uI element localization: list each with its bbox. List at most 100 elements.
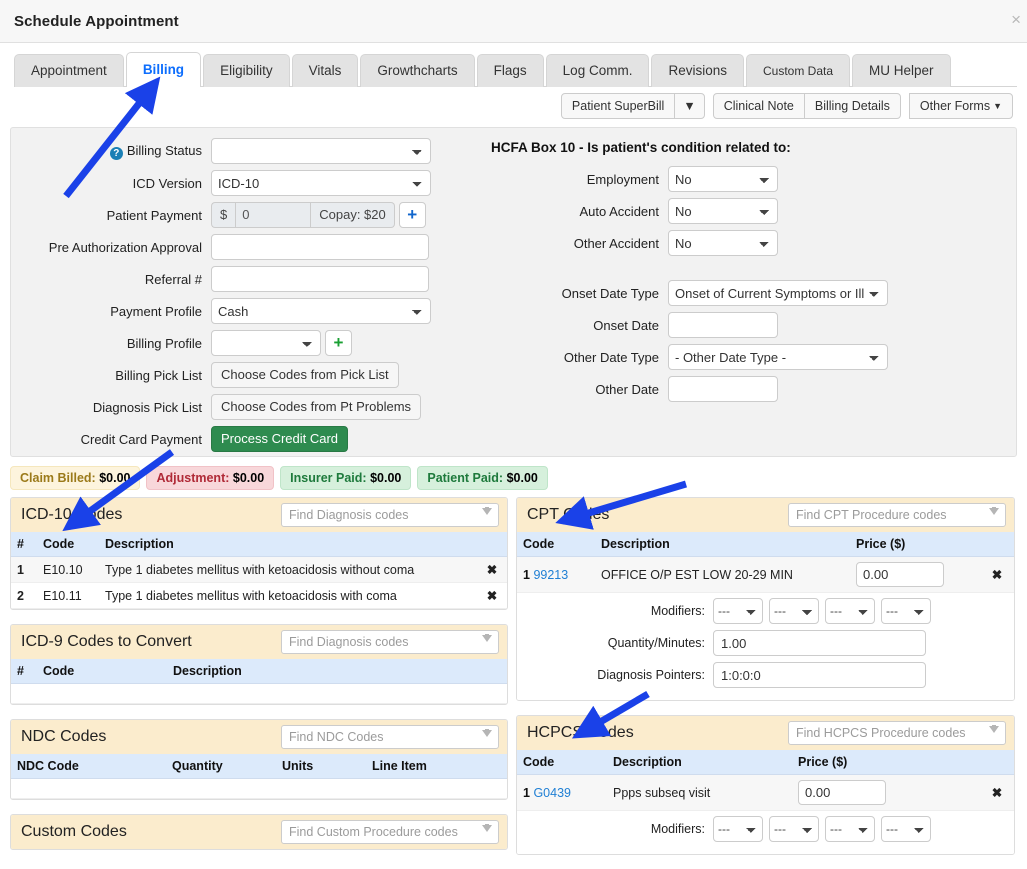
icd10-col-num: # <box>11 532 37 557</box>
icd-version-label: ICD Version <box>132 175 202 191</box>
hcpcs-search-input[interactable]: Find HCPCS Procedure codes <box>788 720 1006 745</box>
other-date-input[interactable] <box>668 376 778 402</box>
ndc-search-placeholder: Find NDC Codes <box>289 729 384 744</box>
badge-claim-billed-amount: $0.00 <box>99 471 131 485</box>
employment-label: Employment <box>586 171 659 187</box>
icd9-codes-panel: ICD-9 Codes to Convert Find Diagnosis co… <box>10 624 508 705</box>
cpt-modifier-4-select[interactable]: --- <box>881 598 931 624</box>
choose-codes-pt-problems-button[interactable]: Choose Codes from Pt Problems <box>211 394 422 420</box>
cpt-detail-section: Modifiers: --- --- --- --- Quantity/Minu… <box>517 593 1014 700</box>
table-header-row: Code Description Price ($) <box>517 750 1014 775</box>
custom-codes-panel: Custom Codes Find Custom Procedure codes <box>10 814 508 850</box>
tab-custom-data[interactable]: Custom Data <box>745 54 851 87</box>
other-date-type-label: Other Date Type <box>563 349 659 365</box>
cpt-col-price: Price ($) <box>850 532 980 557</box>
cpt-modifier-2-select[interactable]: --- <box>769 598 819 624</box>
tab-appointment[interactable]: Appointment <box>14 54 124 87</box>
cpt-codes-table: Code Description Price ($) 1 99213 OFFIC… <box>517 532 1014 593</box>
patient-superbill-button[interactable]: Patient SuperBill <box>560 93 676 119</box>
referral-input[interactable] <box>211 266 429 292</box>
tab-vitals[interactable]: Vitals <box>291 54 359 87</box>
hcpcs-modifiers-label: Modifiers: <box>650 822 705 836</box>
tab-log-comm[interactable]: Log Comm. <box>545 54 650 87</box>
icd9-search-placeholder: Find Diagnosis codes <box>289 634 409 649</box>
cpt-price-input[interactable] <box>856 562 944 587</box>
auto-accident-select[interactable]: No <box>668 198 778 224</box>
other-accident-select[interactable]: No <box>668 230 778 256</box>
cpt-row-description[interactable]: OFFICE O/P EST LOW 20-29 MIN <box>595 556 850 593</box>
patient-payment-label: Patient Payment <box>106 207 202 223</box>
badge-claim-billed-label: Claim Billed: <box>20 471 96 485</box>
add-payment-button[interactable]: + <box>398 202 426 228</box>
clinical-note-button[interactable]: Clinical Note <box>712 93 805 119</box>
billing-pick-list-label: Billing Pick List <box>115 367 202 383</box>
table-empty-row <box>11 778 507 799</box>
hcpcs-modifier-1-select[interactable]: --- <box>713 816 763 842</box>
icd10-search-input[interactable]: Find Diagnosis codes <box>281 502 499 527</box>
tab-eligibility[interactable]: Eligibility <box>203 54 290 87</box>
tab-flags[interactable]: Flags <box>476 54 544 87</box>
field-patient-payment: Patient Payment $ 0 Copay: $20 + <box>11 202 441 228</box>
field-other-accident: Other Accident No <box>463 230 1016 256</box>
cpt-panel-title: CPT Codes <box>527 505 610 523</box>
ndc-panel-title: NDC Codes <box>21 727 107 745</box>
other-forms-button[interactable]: Other Forms ▼ <box>908 93 1013 119</box>
icd10-row-description[interactable]: Type 1 diabetes mellitus with ketoacidos… <box>99 556 477 583</box>
hcpcs-modifier-3-select[interactable]: --- <box>825 816 875 842</box>
cpt-modifier-1-select[interactable]: --- <box>713 598 763 624</box>
claim-summary-badges: Claim Billed: $0.00 Adjustment: $0.00 In… <box>0 457 1027 497</box>
cpt-col-code: Code <box>517 532 595 557</box>
patient-payment-input[interactable]: 0 <box>235 202 312 228</box>
icd10-row-description[interactable]: Type 1 diabetes mellitus with ketoacidos… <box>99 582 477 609</box>
cpt-quantity-input[interactable] <box>713 630 926 656</box>
cpt-row-code[interactable]: 99213 <box>533 568 568 582</box>
tab-growthcharts[interactable]: Growthcharts <box>360 54 475 87</box>
cpt-modifier-3-select[interactable]: --- <box>825 598 875 624</box>
hcpcs-panel-title: HCPCS Codes <box>527 723 634 741</box>
hcpcs-row-code[interactable]: G0439 <box>533 786 571 800</box>
tab-billing[interactable]: Billing <box>125 52 202 87</box>
other-date-type-select[interactable]: - Other Date Type - <box>668 344 888 370</box>
onset-date-type-select[interactable]: Onset of Current Symptoms or Illness <box>668 280 888 306</box>
onset-date-input[interactable] <box>668 312 778 338</box>
icd10-row-code[interactable]: E10.11 <box>37 582 99 609</box>
hcpcs-row-description[interactable]: Ppps subseq visit <box>607 774 792 811</box>
icd9-search-input[interactable]: Find Diagnosis codes <box>281 629 499 654</box>
billing-profile-select[interactable] <box>211 330 321 356</box>
delete-icon[interactable]: ✖ <box>477 582 507 609</box>
cpt-search-input[interactable]: Find CPT Procedure codes <box>788 502 1006 527</box>
note-button-group: Clinical Note Billing Details <box>712 93 901 119</box>
billing-form-panel: ? Billing Status ICD Version ICD-10 Patie… <box>10 127 1017 457</box>
hcpcs-price-input[interactable] <box>798 780 886 805</box>
custom-search-input[interactable]: Find Custom Procedure codes <box>281 819 499 844</box>
table-header-row: # Code Description <box>11 532 507 557</box>
help-icon[interactable]: ? <box>109 147 123 160</box>
hcpcs-modifier-4-select[interactable]: --- <box>881 816 931 842</box>
cpt-diagnosis-pointers-input[interactable] <box>713 662 926 688</box>
icd-version-select[interactable]: ICD-10 <box>211 170 431 196</box>
cpt-pointers-label: Diagnosis Pointers: <box>597 668 705 682</box>
billing-status-select[interactable] <box>211 138 431 164</box>
delete-icon[interactable]: ✖ <box>980 556 1014 593</box>
superbill-dropdown-caret-icon[interactable]: ▼ <box>674 93 705 119</box>
add-billing-profile-button[interactable]: + <box>325 330 352 356</box>
process-credit-card-button[interactable]: Process Credit Card <box>211 426 349 452</box>
pre-authorization-input[interactable] <box>211 234 429 260</box>
hcpcs-modifier-2-select[interactable]: --- <box>769 816 819 842</box>
hcpcs-search-placeholder: Find HCPCS Procedure codes <box>796 725 966 740</box>
field-payment-profile: Payment Profile Cash <box>11 298 441 324</box>
cpt-pointers-row: Diagnosis Pointers: <box>517 662 1004 688</box>
delete-icon[interactable]: ✖ <box>980 774 1014 811</box>
tab-revisions[interactable]: Revisions <box>651 54 744 87</box>
hcpcs-col-code: Code <box>517 750 607 775</box>
ndc-search-input[interactable]: Find NDC Codes <box>281 724 499 749</box>
billing-details-button[interactable]: Billing Details <box>803 93 901 119</box>
employment-select[interactable]: No <box>668 166 778 192</box>
payment-profile-select[interactable]: Cash <box>211 298 431 324</box>
choose-codes-pick-list-button[interactable]: Choose Codes from Pick List <box>211 362 399 388</box>
delete-icon[interactable]: ✖ <box>477 556 507 583</box>
billing-left-column: ? Billing Status ICD Version ICD-10 Patie… <box>11 128 441 456</box>
icd10-row-code[interactable]: E10.10 <box>37 556 99 583</box>
tab-mu-helper[interactable]: MU Helper <box>852 54 951 87</box>
close-icon[interactable]: × <box>1011 11 1021 28</box>
